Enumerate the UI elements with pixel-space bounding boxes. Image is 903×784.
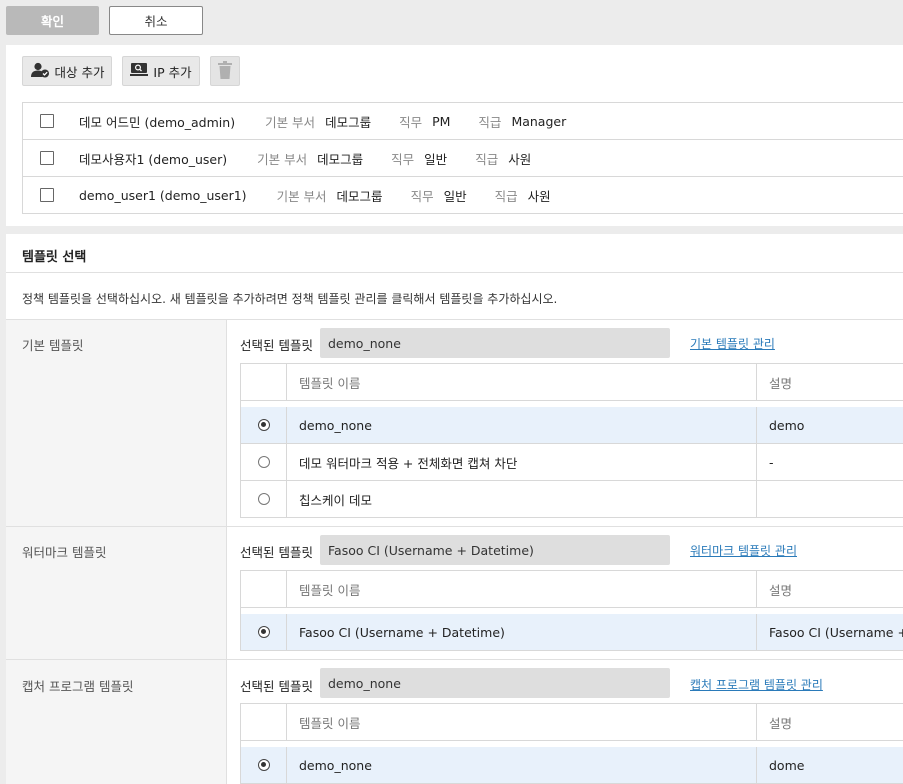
divider: [6, 659, 903, 660]
template-desc-cell: -: [769, 454, 774, 470]
duty-value: 일반: [424, 151, 448, 167]
target-list: 데모 어드민 (demo_admin) 기본 부서 데모그룹 직무 PM 직급 …: [22, 102, 903, 214]
watermark-template-grid: 템플릿 이름 설명 Fasoo CI (Username + Datetime)…: [240, 570, 903, 651]
template-desc-cell: [757, 481, 903, 517]
grid-header-desc: 설명: [769, 375, 793, 391]
grid-header: 템플릿 이름 설명: [241, 364, 903, 401]
target-name: demo_user1 (demo_user1): [79, 187, 247, 203]
divider: [6, 526, 903, 527]
rank-label: 직급: [478, 114, 502, 130]
dept-label: 기본 부서: [276, 188, 327, 204]
rank-label: 직급: [475, 151, 499, 167]
target-checkbox[interactable]: [40, 188, 54, 202]
radio-cell: [241, 614, 287, 650]
dept-value: 데모그룹: [336, 188, 383, 204]
basic-template-grid: 템플릿 이름 설명 demo_none demo 데모 워터마크 적용 + 전체…: [240, 363, 903, 518]
grid-header-radio-col: [241, 704, 287, 740]
watermark-template-manage-link[interactable]: 워터마크 템플릿 관리: [690, 542, 797, 559]
grid-header-radio-col: [241, 571, 287, 607]
add-ip-button[interactable]: IP 추가: [122, 56, 200, 86]
table-row[interactable]: demo_none dome: [241, 747, 903, 784]
target-checkbox[interactable]: [40, 151, 54, 165]
rank-value: 사원: [527, 188, 551, 204]
template-section-title: 템플릿 선택: [22, 250, 87, 265]
column-divider: [226, 320, 227, 784]
capture-selected-field: demo_none: [320, 668, 670, 698]
trash-icon: [218, 60, 232, 82]
selected-template-label: 선택된 템플릿: [240, 338, 313, 353]
duty-label: 직무: [399, 114, 423, 130]
duty-label: 직무: [410, 188, 434, 204]
watermark-template-category: 워터마크 템플릿: [22, 545, 107, 560]
template-name-cell: 데모 워터마크 적용 + 전체화면 캡쳐 차단: [288, 444, 757, 480]
template-name-cell: demo_none: [288, 747, 757, 783]
dept-value: 데모그룹: [317, 151, 364, 167]
add-target-label: 대상 추가: [54, 64, 105, 80]
basic-template-manage-link[interactable]: 기본 템플릿 관리: [690, 335, 775, 352]
grid-header: 템플릿 이름 설명: [241, 571, 903, 608]
template-radio[interactable]: [257, 626, 270, 638]
grid-header-name: 템플릿 이름: [288, 571, 757, 607]
dept-label: 기본 부서: [257, 151, 308, 167]
basic-selected-field: demo_none: [320, 328, 670, 358]
dept-value: 데모그룹: [325, 114, 372, 130]
capture-template-manage-link[interactable]: 캡처 프로그램 템플릿 관리: [690, 676, 823, 693]
grid-header-name: 템플릿 이름: [288, 364, 757, 400]
radio-cell: [241, 444, 287, 480]
target-row: 데모사용자1 (demo_user) 기본 부서 데모그룹 직무 일반 직급 사…: [23, 140, 903, 177]
target-row: demo_user1 (demo_user1) 기본 부서 데모그룹 직무 일반…: [23, 177, 903, 214]
rank-value: Manager: [511, 113, 567, 129]
grid-header: 템플릿 이름 설명: [241, 704, 903, 741]
add-user-icon: [30, 62, 50, 81]
template-radio[interactable]: [257, 759, 270, 771]
template-desc-cell: Fasoo CI (Username + Datetime): [769, 624, 903, 640]
add-ip-label: IP 추가: [153, 64, 192, 80]
rank-value: 사원: [508, 151, 532, 167]
table-row[interactable]: 칩스케이 데모: [241, 481, 903, 518]
grid-header-desc: 설명: [769, 582, 793, 598]
confirm-button[interactable]: 확인: [6, 6, 99, 35]
cancel-button[interactable]: 취소: [109, 6, 203, 35]
duty-value: PM: [432, 113, 451, 129]
table-row[interactable]: 데모 워터마크 적용 + 전체화면 캡쳐 차단 -: [241, 444, 903, 481]
template-name-cell: 칩스케이 데모: [288, 481, 757, 517]
target-checkbox[interactable]: [40, 114, 54, 128]
template-radio[interactable]: [257, 493, 270, 505]
template-name-cell: Fasoo CI (Username + Datetime): [288, 614, 757, 650]
capture-template-category: 캡처 프로그램 템플릿: [22, 679, 134, 694]
template-desc-cell: demo: [769, 417, 805, 433]
radio-cell: [241, 481, 287, 517]
divider: [6, 272, 903, 273]
dept-label: 기본 부서: [265, 114, 316, 130]
monitor-search-icon: [130, 62, 149, 80]
duty-value: 일반: [443, 188, 467, 204]
selected-template-label: 선택된 템플릿: [240, 679, 313, 694]
grid-header-radio-col: [241, 364, 287, 400]
delete-button[interactable]: [210, 56, 240, 86]
selected-template-label: 선택된 템플릿: [240, 545, 313, 560]
template-description: 정책 템플릿을 선택하십시오. 새 템플릿을 추가하려면 정책 템플릿 관리를 …: [22, 292, 558, 306]
target-row: 데모 어드민 (demo_admin) 기본 부서 데모그룹 직무 PM 직급 …: [23, 103, 903, 140]
grid-header-desc: 설명: [769, 715, 793, 731]
template-name-cell: demo_none: [288, 407, 757, 443]
radio-cell: [241, 407, 287, 443]
target-name: 데모 어드민 (demo_admin): [79, 114, 236, 130]
rank-label: 직급: [494, 188, 518, 204]
capture-template-grid: 템플릿 이름 설명 demo_none dome: [240, 703, 903, 784]
target-name: 데모사용자1 (demo_user): [79, 151, 228, 167]
table-row[interactable]: Fasoo CI (Username + Datetime) Fasoo CI …: [241, 614, 903, 651]
watermark-selected-field: Fasoo CI (Username + Datetime): [320, 535, 670, 565]
add-target-button[interactable]: 대상 추가: [22, 56, 112, 86]
template-radio[interactable]: [257, 456, 270, 468]
duty-label: 직무: [391, 151, 415, 167]
radio-cell: [241, 747, 287, 783]
table-row[interactable]: demo_none demo: [241, 407, 903, 444]
template-radio[interactable]: [257, 419, 270, 431]
grid-header-name: 템플릿 이름: [288, 704, 757, 740]
basic-template-category: 기본 템플릿: [22, 338, 84, 353]
template-desc-cell: dome: [769, 757, 805, 773]
